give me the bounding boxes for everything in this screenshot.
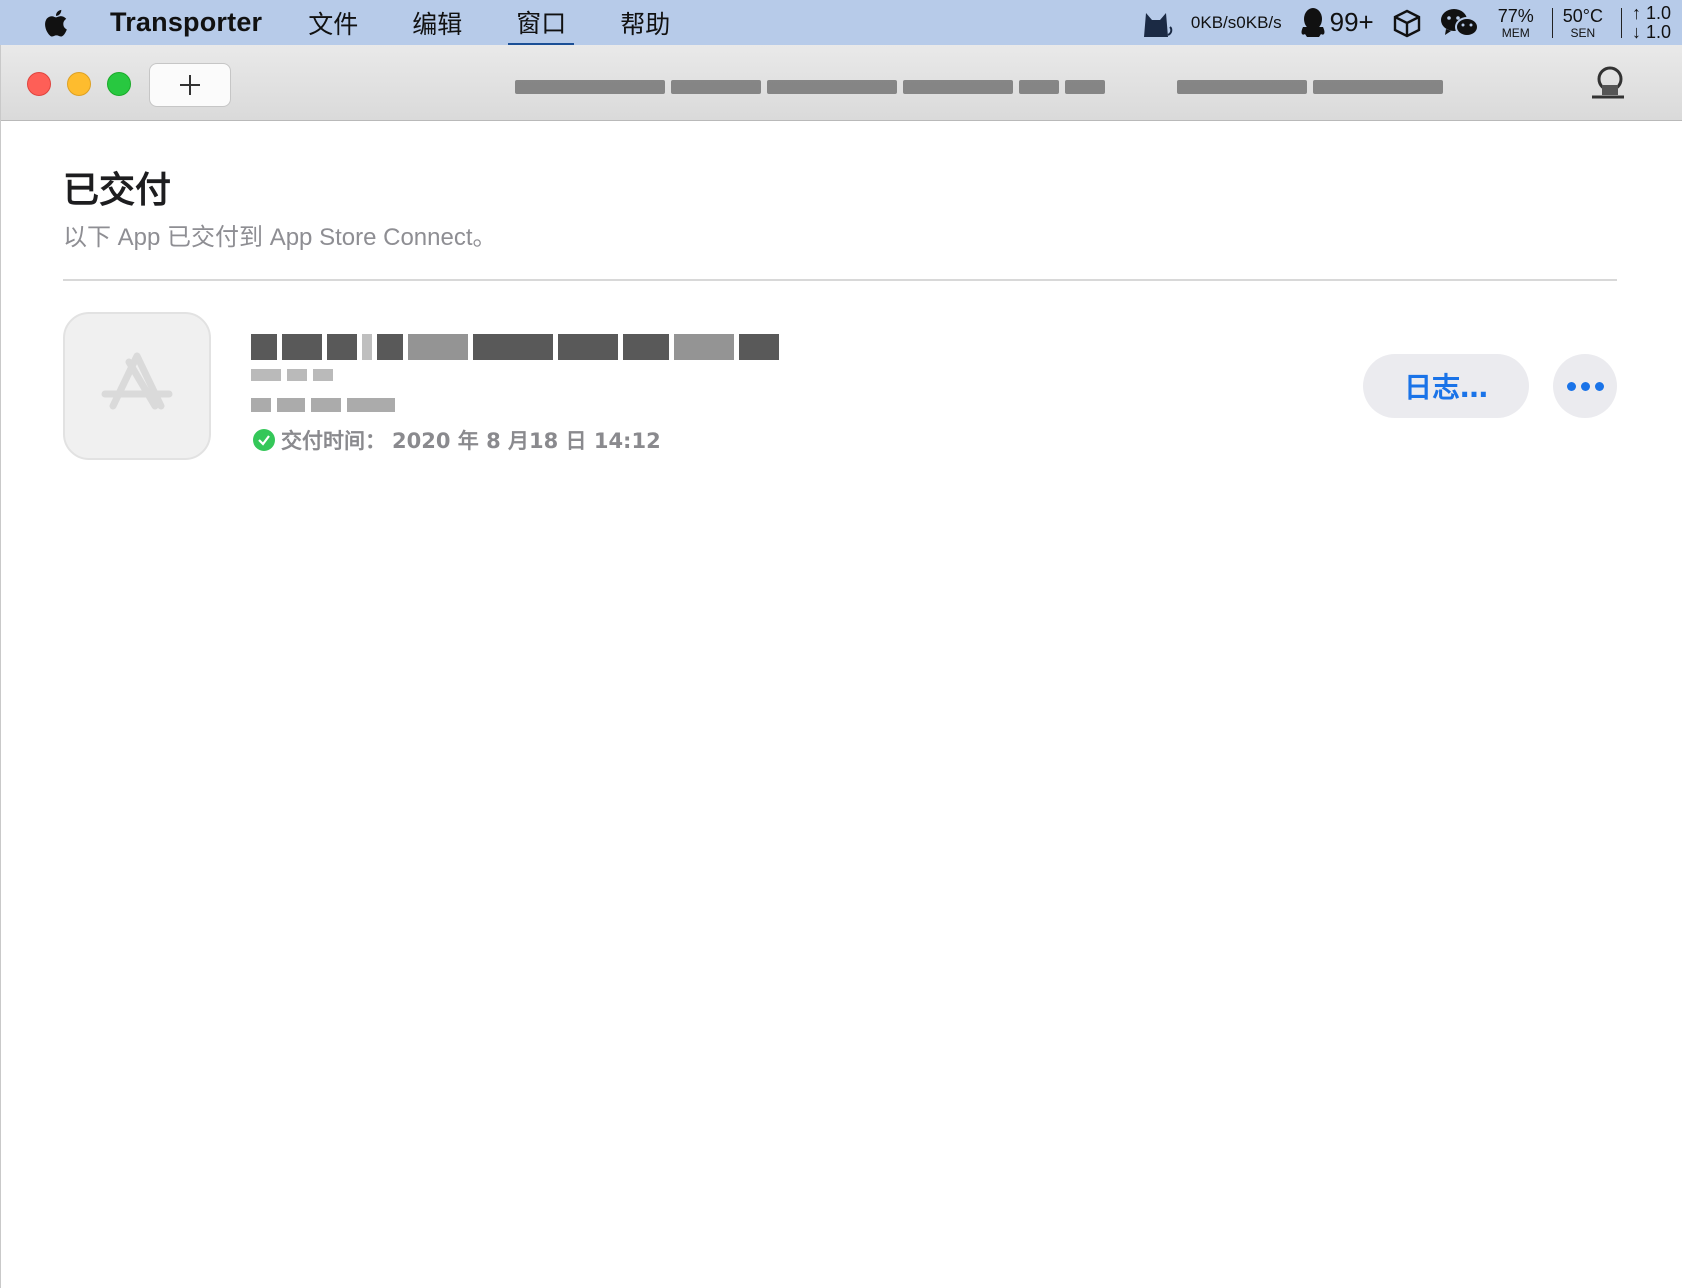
menu-edit[interactable]: 编辑: [404, 0, 470, 45]
plus-icon: [180, 75, 200, 95]
account-icon[interactable]: [1586, 63, 1630, 103]
transfer-up: ↑ 1.0: [1632, 3, 1672, 23]
qq-icon: [1301, 7, 1325, 37]
log-button[interactable]: 日志…: [1363, 354, 1529, 418]
menu-bar: Transporter 文件 编辑 窗口 帮助 0KB/s 0KB/s 99+: [0, 0, 1682, 45]
mem-label: MEM: [1501, 25, 1530, 40]
qq-count: 99+: [1329, 7, 1374, 37]
sen-label: SEN: [1570, 25, 1596, 40]
menu-file[interactable]: 文件: [300, 0, 366, 45]
app-version-redacted: [251, 369, 333, 381]
mem-value: 77%: [1497, 5, 1534, 26]
cat-icon[interactable]: [1139, 7, 1173, 39]
delivery-time-value: 2020 年 8 月18 日 14:12: [392, 429, 661, 453]
close-button[interactable]: [27, 72, 51, 96]
more-dot-icon: [1566, 381, 1576, 391]
sensor-indicator[interactable]: 50°C SEN: [1563, 7, 1603, 39]
add-button[interactable]: [149, 63, 231, 107]
page-title: 已交付: [63, 170, 172, 211]
transporter-window: 已交付 以下 App 已交付到 App Store Connect。 交付时间：…: [0, 45, 1682, 1288]
menu-window[interactable]: 窗口: [508, 0, 575, 45]
delivery-time-label: 交付时间：: [281, 429, 386, 453]
more-dot-icon: [1594, 381, 1604, 391]
qq-status[interactable]: 99+: [1300, 7, 1374, 39]
zoom-button[interactable]: [107, 72, 131, 96]
menu-app-name[interactable]: Transporter: [110, 7, 262, 38]
sen-value: 50°C: [1562, 5, 1603, 26]
menu-help[interactable]: 帮助: [612, 0, 678, 45]
menu-separator: [1551, 7, 1553, 38]
checkmark-icon: [253, 429, 275, 451]
delivered-app-item[interactable]: 交付时间： 2020 年 8 月18 日 14:12 日志…: [63, 312, 1617, 460]
more-dot-icon: [1580, 381, 1590, 391]
net-upload: 0KB/s: [1190, 12, 1237, 32]
box-icon[interactable]: [1392, 8, 1422, 38]
transfer-indicator[interactable]: ↑ 1.0 ↓ 1.0: [1632, 4, 1682, 42]
account-info-redacted: [515, 75, 1545, 99]
menu-separator: [1621, 7, 1622, 38]
app-name-redacted: [251, 332, 779, 362]
page-subtitle: 以下 App 已交付到 App Store Connect。: [63, 224, 497, 251]
wechat-icon[interactable]: [1440, 7, 1480, 39]
net-download: 0KB/s: [1236, 12, 1282, 32]
app-bundle-redacted: [251, 398, 395, 412]
more-options-button[interactable]: [1553, 354, 1617, 418]
title-bar: [1, 45, 1682, 121]
section-divider: [63, 279, 1617, 281]
app-placeholder-icon: [63, 312, 211, 460]
transfer-down: ↓ 1.0: [1632, 21, 1672, 42]
minimize-button[interactable]: [67, 72, 91, 96]
memory-indicator[interactable]: 77% MEM: [1498, 7, 1534, 39]
apple-menu-icon[interactable]: [40, 8, 70, 38]
delivery-status: 交付时间： 2020 年 8 月18 日 14:12: [253, 425, 661, 455]
network-speed[interactable]: 0KB/s 0KB/s: [1190, 12, 1282, 32]
